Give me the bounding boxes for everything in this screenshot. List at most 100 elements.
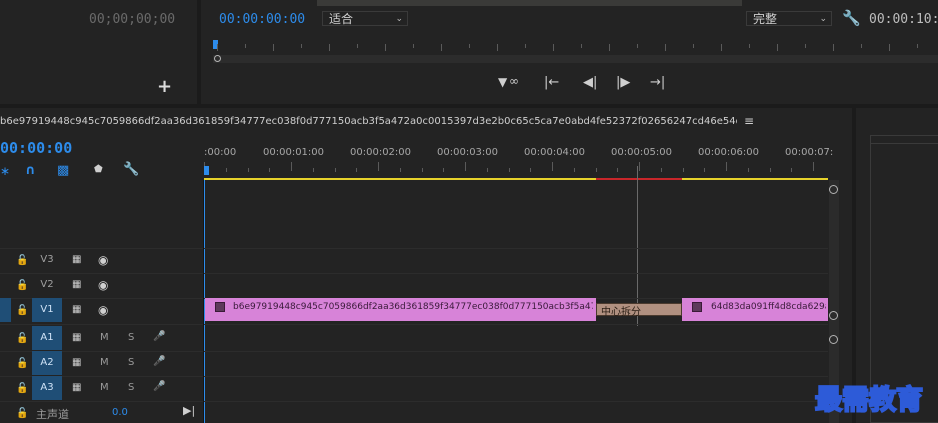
track-row-v3: [0, 248, 828, 274]
ruler-label: 00:00:01:00: [263, 147, 325, 158]
add-icon[interactable]: +: [157, 76, 172, 97]
linked-selection-icon[interactable]: ▩: [57, 163, 69, 178]
fit-select[interactable]: 适合 ⌄: [322, 11, 408, 26]
microphone-icon[interactable]: 🎤: [153, 381, 165, 392]
clip-v1-1[interactable]: b6e97919448c945c7059866df2aa36d361859f34…: [205, 298, 596, 321]
mark-in-icon[interactable]: |←: [544, 75, 559, 90]
ruler-tick: [581, 44, 582, 48]
track-name-a3[interactable]: A3: [32, 376, 62, 400]
ruler-tick: [595, 168, 597, 172]
solo-button[interactable]: S: [128, 357, 134, 368]
program-video-preview: [317, 0, 742, 6]
ruler-label: 00:00:06:00: [698, 147, 760, 158]
sequence-tab-title[interactable]: b6e97919448c945c7059866df2aa36d361859f34…: [0, 116, 737, 127]
wrench-icon[interactable]: 🔧: [123, 162, 139, 177]
ruler-tick: [553, 44, 554, 51]
ruler-tick: [247, 168, 249, 172]
lock-icon[interactable]: 🔓: [16, 383, 28, 394]
program-monitor-panel: 00:00:00:00 适合⌄ 完整⌄ 🔧 00:00:10:0 ▼ ∞ |← …: [201, 0, 938, 104]
microphone-icon[interactable]: 🎤: [153, 331, 165, 342]
eye-icon[interactable]: ◉: [98, 253, 108, 267]
ruler-label: 00:00:04:00: [524, 147, 586, 158]
chevron-down-icon: ⌄: [395, 14, 403, 24]
go-to-end-icon[interactable]: ▶|: [183, 404, 195, 417]
sync-lock-icon[interactable]: ▦: [72, 357, 81, 368]
lock-icon[interactable]: 🔓: [16, 333, 28, 344]
solo-button[interactable]: S: [128, 332, 134, 343]
ruler-tick: [704, 168, 706, 172]
ruler-tick: [665, 44, 666, 51]
clip-v1-2-name: 64d83da091ff4d8cda629ace: [711, 302, 826, 312]
add-marker-icon[interactable]: ▼: [498, 75, 507, 89]
mark-out-icon[interactable]: →|: [650, 75, 665, 90]
master-volume-value[interactable]: 0.0: [112, 407, 128, 418]
work-area-bar[interactable]: [204, 178, 828, 180]
program-current-timecode[interactable]: 00:00:00:00: [219, 12, 305, 27]
ruler-tick: [312, 168, 314, 172]
audio-meter-divider: [870, 143, 938, 144]
eye-icon[interactable]: ◉: [98, 303, 108, 317]
mute-button[interactable]: M: [100, 382, 109, 393]
track-name-v2[interactable]: V2: [32, 273, 62, 297]
program-time-ruler[interactable]: [213, 40, 938, 56]
ruler-tick: [889, 44, 890, 51]
solo-button[interactable]: S: [128, 382, 134, 393]
fit-select-value: 适合: [329, 12, 354, 26]
ruler-tick: [497, 44, 498, 51]
timeline-playhead-head[interactable]: [204, 166, 209, 175]
scroll-handle-bottom[interactable]: [829, 311, 838, 320]
track-row-a2: [0, 351, 828, 377]
track-name-a2[interactable]: A2: [32, 351, 62, 375]
ruler-tick: [413, 44, 414, 48]
track-name-v1[interactable]: V1: [32, 298, 62, 322]
scroll-handle-end[interactable]: [829, 335, 838, 344]
lock-icon[interactable]: 🔓: [16, 280, 28, 291]
source-patch-v1[interactable]: [0, 298, 11, 322]
snap-magnet-icon[interactable]: ∩: [25, 163, 36, 178]
ruler-tick: [334, 168, 336, 172]
sync-lock-icon[interactable]: ▦: [72, 304, 81, 315]
lock-icon[interactable]: 🔓: [16, 358, 28, 369]
hamburger-menu-icon[interactable]: ≡: [744, 114, 754, 128]
track-name-v3[interactable]: V3: [32, 248, 62, 272]
track-name-a1[interactable]: A1: [32, 326, 62, 350]
eye-icon[interactable]: ◉: [98, 278, 108, 292]
timeline-ruler[interactable]: :00:00 00:00:01:00 00:00:02:00 00:00:03:00 0…: [204, 144, 833, 180]
sync-lock-icon[interactable]: ▦: [72, 382, 81, 393]
step-back-icon[interactable]: ◀|: [583, 75, 597, 90]
timeline-panel: b6e97919448c945c7059866df2aa36d361859f34…: [0, 108, 852, 423]
lock-icon[interactable]: 🔓: [16, 408, 28, 419]
master-track-label: 主声道: [36, 408, 69, 421]
watermark-logo: 最需教育: [814, 384, 924, 417]
fx-badge-icon: [692, 302, 702, 312]
program-scroll-handle[interactable]: [214, 55, 221, 62]
mute-button[interactable]: M: [100, 357, 109, 368]
ruler-tick: [833, 44, 834, 51]
ruler-tick: [269, 168, 271, 172]
sync-lock-icon[interactable]: ▦: [72, 279, 81, 290]
lock-icon[interactable]: 🔓: [16, 305, 28, 316]
ruler-tick: [508, 168, 510, 172]
link-icon[interactable]: ∞: [509, 74, 519, 88]
microphone-icon[interactable]: 🎤: [153, 356, 165, 367]
sync-lock-icon[interactable]: ▦: [72, 332, 81, 343]
scroll-handle-top[interactable]: [829, 185, 838, 194]
nest-icon[interactable]: ∗: [0, 164, 10, 178]
ruler-tick: [469, 44, 470, 48]
track-header-divider: [203, 180, 204, 423]
quality-select[interactable]: 完整 ⌄: [746, 11, 832, 26]
sync-lock-icon[interactable]: ▦: [72, 254, 81, 265]
transition-clip[interactable]: 中心拆分: [596, 303, 682, 318]
step-forward-icon[interactable]: |▶: [616, 75, 630, 90]
lock-icon[interactable]: 🔓: [16, 255, 28, 266]
ruler-tick: [291, 162, 292, 171]
ruler-tick: [693, 44, 694, 48]
clip-v1-2[interactable]: 64d83da091ff4d8cda629ace: [682, 298, 828, 321]
marker-icon[interactable]: ⬟: [94, 164, 103, 175]
ruler-tick: [747, 168, 749, 172]
wrench-icon[interactable]: 🔧: [842, 9, 861, 27]
right-side-panel: [856, 108, 938, 423]
mute-button[interactable]: M: [100, 332, 109, 343]
timeline-timecode[interactable]: 00:00:00: [0, 139, 72, 157]
program-scroll-track[interactable]: [213, 55, 938, 63]
